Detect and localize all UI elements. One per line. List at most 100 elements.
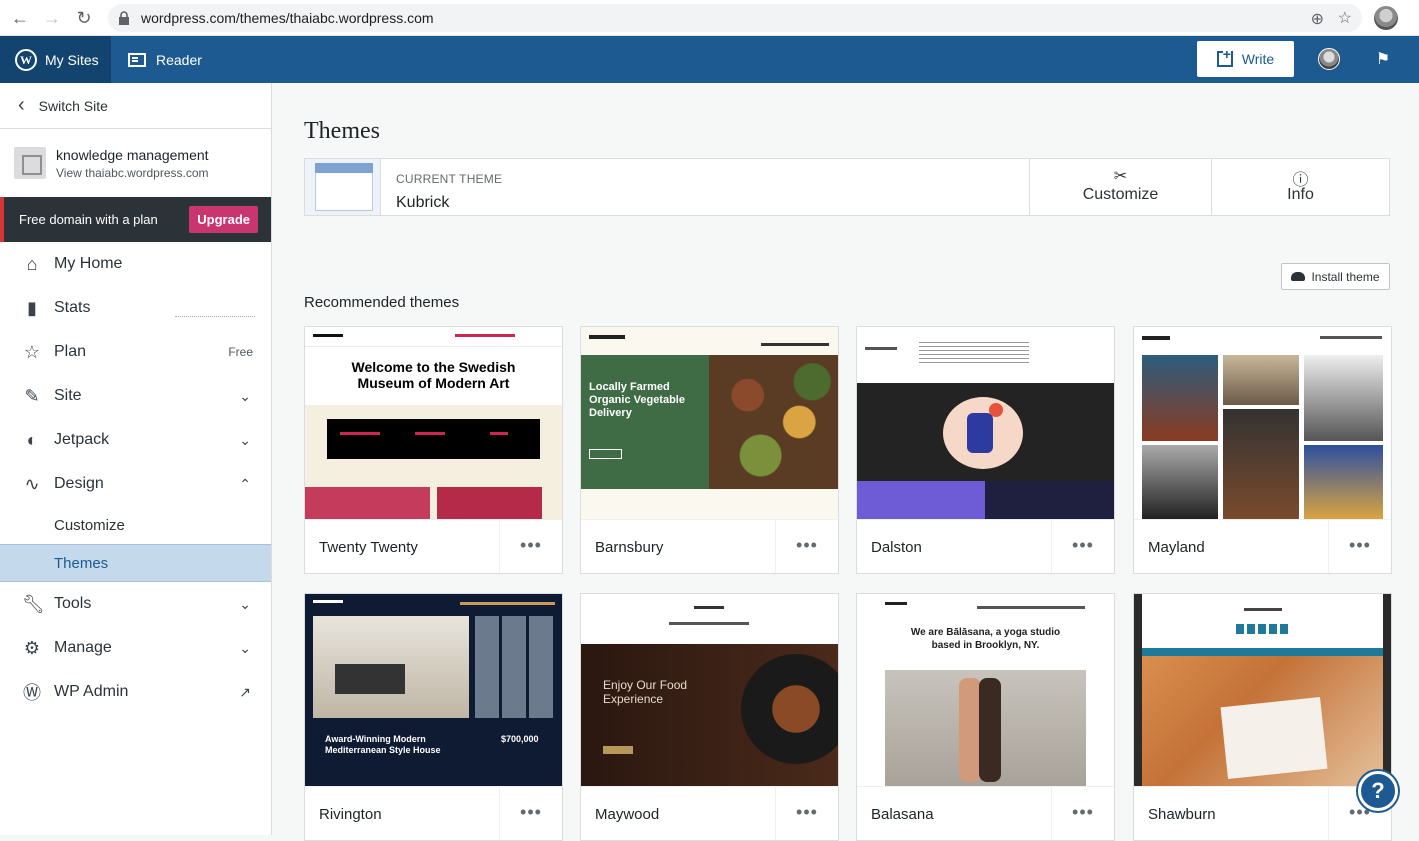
theme-card-mayland[interactable]: Mayland ••• [1133, 326, 1392, 574]
sidebar-item-label: My Home [54, 255, 123, 272]
site-url[interactable]: View thaiabc.wordpress.com [56, 166, 209, 180]
reload-icon[interactable]: ↻ [74, 8, 94, 28]
forward-icon[interactable]: → [42, 8, 62, 28]
sidebar-item-jetpack[interactable]: ◐ Jetpack ⌄ [0, 418, 271, 462]
notifications-icon[interactable]: ⚑ [1373, 49, 1393, 69]
stats-sparkline [175, 316, 255, 317]
theme-card-balasana[interactable]: We are Bālāsana, a yoga studio based in … [856, 593, 1115, 841]
sidebar-item-tools[interactable]: 🔧︎ Tools ⌄ [0, 582, 271, 626]
more-options-button[interactable]: ••• [1051, 787, 1114, 840]
install-theme-label: Install theme [1311, 269, 1380, 284]
theme-card-twenty-twenty[interactable]: Welcome to the Swedish Museum of Modern … [304, 326, 563, 574]
bookmark-star-icon[interactable]: ☆ [1338, 8, 1352, 28]
theme-card-footer: Balasana ••• [857, 786, 1114, 840]
sidebar-item-site[interactable]: ✎ Site ⌄ [0, 374, 271, 418]
more-options-button[interactable]: ••• [499, 787, 562, 840]
theme-card-barnsbury[interactable]: Locally Farmed Organic Vegetable Deliver… [580, 326, 839, 574]
info-icon: ⓘ [1292, 172, 1309, 189]
reader-button[interactable]: Reader [128, 36, 202, 83]
theme-preview-headline: Enjoy Our Food Experience [603, 678, 688, 706]
theme-name[interactable]: Maywood [595, 806, 659, 823]
more-options-button[interactable]: ••• [775, 520, 838, 573]
theme-screenshot[interactable]: Welcome to the Swedish Museum of Modern … [305, 327, 562, 519]
theme-preview-headline: Locally Farmed Organic Vegetable Deliver… [589, 381, 685, 419]
theme-card-dalston[interactable]: Dalston ••• [856, 326, 1115, 574]
back-icon[interactable]: ← [10, 8, 30, 28]
more-options-button[interactable]: ••• [499, 520, 562, 573]
sidebar-item-label: Stats [54, 299, 91, 316]
chevron-down-icon: ⌄ [239, 639, 251, 656]
theme-card-rivington[interactable]: Award-Winning Modern Mediterranean Style… [304, 593, 563, 841]
address-bar[interactable]: wordpress.com/themes/thaiabc.wordpress.c… [108, 4, 1362, 32]
more-options-button[interactable]: ••• [1328, 520, 1391, 573]
pencil-icon: ✎ [24, 385, 40, 406]
zoom-icon[interactable]: ⊕ [1311, 9, 1324, 29]
switch-site-button[interactable]: ‹ Switch Site [0, 83, 271, 129]
jetpack-icon: ◐ [26, 429, 38, 450]
current-theme-thumbnail[interactable] [305, 159, 381, 215]
stats-icon: ▮ [27, 297, 37, 318]
current-site[interactable]: knowledge management View thaiabc.wordpr… [0, 129, 271, 197]
theme-screenshot[interactable]: Enjoy Our Food Experience [581, 594, 838, 786]
sidebar-item-plan[interactable]: ☆ Plan Free [0, 330, 271, 374]
star-icon: ☆ [23, 341, 41, 362]
theme-screenshot[interactable] [857, 327, 1114, 519]
theme-card-shawburn[interactable]: Shawburn ••• [1133, 593, 1392, 841]
customize-button[interactable]: ✂ Customize [1029, 159, 1211, 215]
current-theme-label: Current Theme [396, 172, 503, 186]
theme-name[interactable]: Rivington [319, 806, 382, 823]
my-sites-button[interactable]: W My Sites [0, 36, 111, 83]
sidebar-item-manage[interactable]: ⚙ Manage ⌄ [0, 626, 271, 670]
recommended-heading: Recommended themes [304, 294, 460, 311]
page-title: Themes [304, 118, 380, 144]
switch-site-label: Switch Site [38, 97, 108, 114]
chevron-up-icon: ⌃ [239, 475, 251, 492]
sidebar-item-design[interactable]: ∿ Design ⌃ [0, 462, 271, 506]
theme-preview-headline: We are Bālāsana, a yoga studio based in … [910, 627, 1061, 651]
chevron-down-icon: ⌄ [239, 431, 251, 448]
sidebar-item-wp-admin[interactable]: Ⓦ WP Admin ↗ [0, 670, 271, 714]
theme-name[interactable]: Mayland [1148, 539, 1205, 556]
theme-card-footer: Twenty Twenty ••• [305, 519, 562, 573]
write-label: Write [1241, 51, 1275, 67]
install-theme-button[interactable]: Install theme [1281, 263, 1390, 290]
theme-screenshot[interactable]: Award-Winning Modern Mediterranean Style… [305, 594, 562, 786]
sidebar-item-stats[interactable]: ▮ Stats [0, 286, 271, 330]
sidebar: ‹ Switch Site knowledge management View … [0, 83, 272, 835]
theme-name[interactable]: Twenty Twenty [319, 539, 418, 556]
theme-preview-price: $700,000 [501, 734, 539, 744]
browser-profile-avatar[interactable] [1374, 6, 1398, 30]
theme-name[interactable]: Dalston [871, 539, 922, 556]
more-options-button[interactable]: ••• [1051, 520, 1114, 573]
info-label: Info [1287, 186, 1314, 203]
theme-card-maywood[interactable]: Enjoy Our Food Experience Maywood ••• [580, 593, 839, 841]
current-theme-bar: Current Theme Kubrick ✂ Customize ⓘ Info [304, 158, 1390, 216]
upgrade-nudge[interactable]: Free domain with a plan Upgrade [0, 197, 271, 242]
theme-screenshot[interactable]: We are Bālāsana, a yoga studio based in … [857, 594, 1114, 786]
write-button[interactable]: Write [1197, 41, 1294, 77]
theme-screenshot[interactable] [1134, 594, 1391, 786]
sidebar-subitem-customize[interactable]: Customize [0, 506, 271, 544]
theme-screenshot[interactable]: Locally Farmed Organic Vegetable Deliver… [581, 327, 838, 519]
design-icon: ∿ [24, 473, 40, 494]
sidebar-item-label: Jetpack [54, 431, 110, 448]
wordpress-icon: Ⓦ [23, 683, 41, 703]
info-button[interactable]: ⓘ Info [1211, 159, 1389, 215]
upgrade-button[interactable]: Upgrade [189, 206, 258, 233]
sidebar-item-my-home[interactable]: ⌂ My Home [0, 242, 271, 286]
theme-name[interactable]: Barnsbury [595, 539, 663, 556]
theme-name[interactable]: Balasana [871, 806, 934, 823]
theme-screenshot[interactable] [1134, 327, 1391, 519]
theme-card-footer: Rivington ••• [305, 786, 562, 840]
current-theme-name: Kubrick [396, 194, 450, 211]
masterbar: W My Sites Reader Write ⚑ [0, 36, 1419, 83]
chevron-down-icon: ⌄ [239, 387, 251, 404]
sidebar-menu: ⌂ My Home ▮ Stats ☆ Plan Free ✎ Site ⌄ ◐ Jetpac… [0, 242, 271, 714]
help-button[interactable]: ? [1358, 771, 1398, 811]
user-avatar[interactable] [1318, 48, 1340, 70]
url-text: wordpress.com/themes/thaiabc.wordpress.c… [141, 10, 434, 26]
sidebar-subitem-themes[interactable]: Themes [0, 544, 271, 582]
theme-name[interactable]: Shawburn [1148, 806, 1216, 823]
sidebar-item-label: WP Admin [54, 683, 129, 700]
more-options-button[interactable]: ••• [775, 787, 838, 840]
